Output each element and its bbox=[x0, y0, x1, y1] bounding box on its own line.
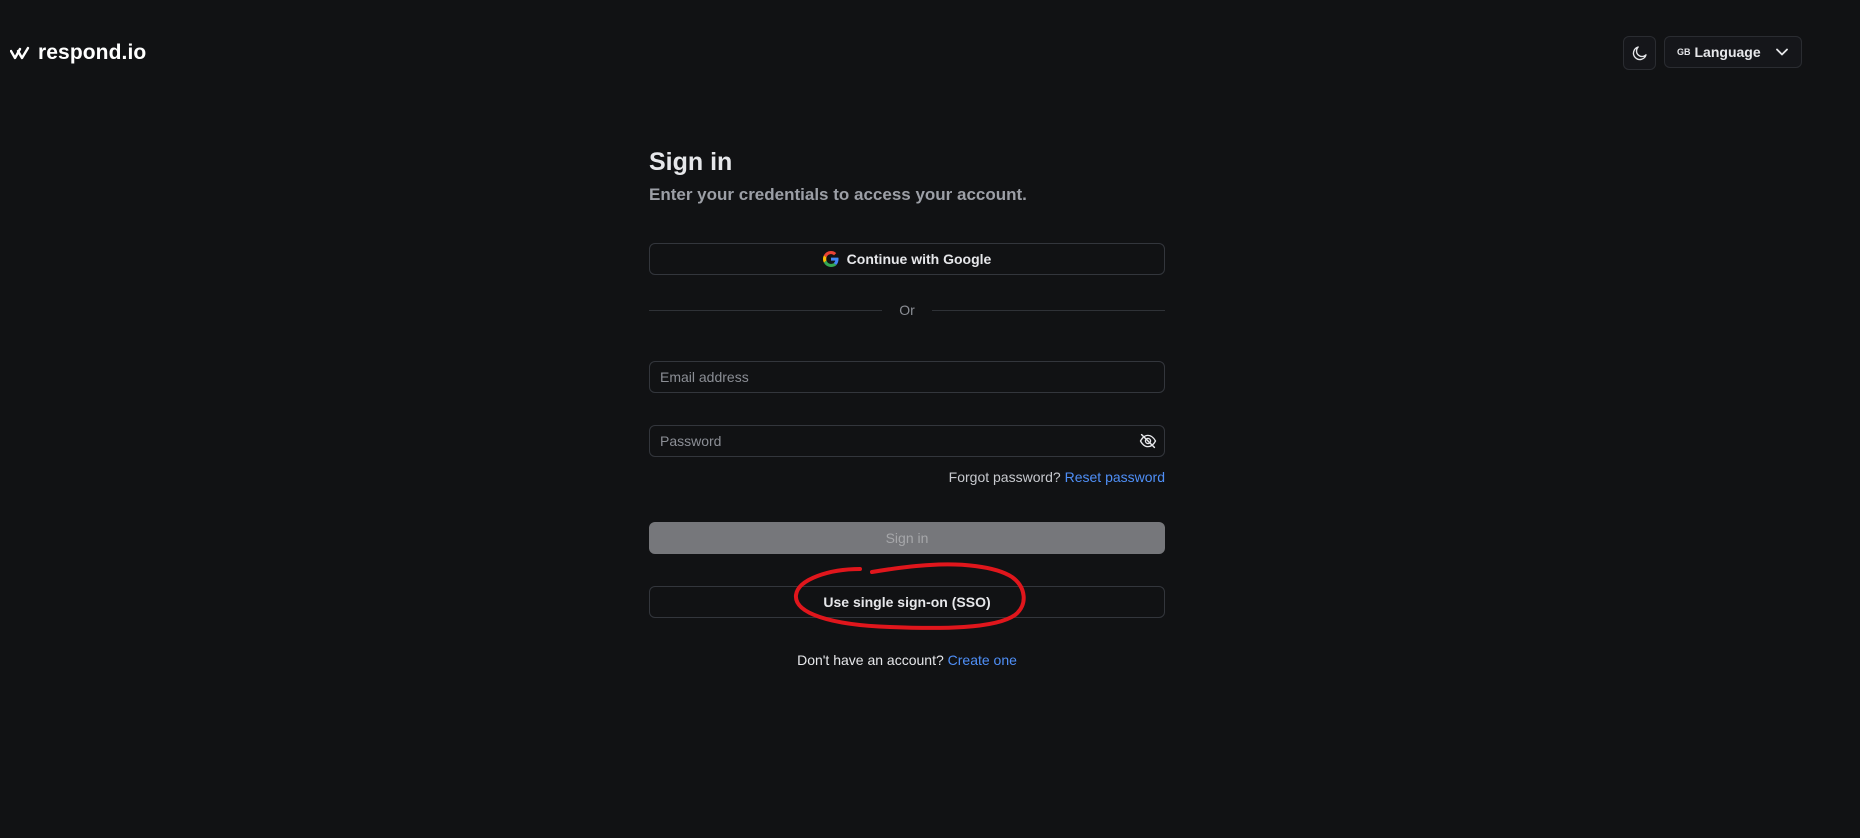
sign-in-form: Sign in Enter your credentials to access… bbox=[649, 146, 1165, 668]
divider-text: Or bbox=[899, 302, 915, 318]
eye-off-icon bbox=[1139, 433, 1157, 449]
reset-password-link[interactable]: Reset password bbox=[1065, 469, 1165, 485]
sign-in-button[interactable]: Sign in bbox=[649, 522, 1165, 554]
page-title: Sign in bbox=[649, 148, 733, 176]
create-account-link[interactable]: Create one bbox=[948, 652, 1017, 668]
moon-icon bbox=[1632, 46, 1647, 61]
divider-line-right bbox=[932, 309, 1165, 311]
page-subtitle: Enter your credentials to access your ac… bbox=[649, 185, 1027, 204]
login-page: respond.io GB Language Sign in Enter you… bbox=[0, 0, 1860, 838]
chevron-down-icon bbox=[1776, 48, 1788, 56]
toggle-password-visibility-button[interactable] bbox=[1132, 426, 1164, 456]
language-label: Language bbox=[1694, 44, 1761, 60]
respond-logo-icon bbox=[10, 46, 30, 60]
password-field-wrapper bbox=[649, 425, 1165, 457]
email-field[interactable] bbox=[650, 362, 1164, 392]
continue-with-google-button[interactable]: Continue with Google bbox=[649, 243, 1165, 275]
forgot-password-row: Forgot password? Reset password bbox=[649, 468, 1165, 486]
password-field[interactable] bbox=[650, 426, 1132, 456]
sso-button-label: Use single sign-on (SSO) bbox=[823, 594, 991, 610]
sign-in-button-label: Sign in bbox=[885, 530, 929, 546]
divider-line-left bbox=[649, 309, 882, 311]
flag-icon: GB bbox=[1677, 47, 1691, 57]
or-divider: Or bbox=[649, 300, 1165, 320]
language-select[interactable]: GB Language bbox=[1664, 36, 1802, 68]
brand-logo[interactable]: respond.io bbox=[10, 38, 146, 68]
forgot-password-text: Forgot password? bbox=[948, 469, 1061, 485]
sso-button[interactable]: Use single sign-on (SSO) bbox=[649, 586, 1165, 618]
theme-toggle-button[interactable] bbox=[1623, 36, 1656, 70]
brand-name: respond.io bbox=[38, 41, 147, 64]
email-field-wrapper bbox=[649, 361, 1165, 393]
google-icon bbox=[822, 251, 839, 267]
signup-row: Don't have an account? Create one bbox=[649, 651, 1165, 669]
no-account-text: Don't have an account? bbox=[797, 652, 944, 668]
google-button-label: Continue with Google bbox=[846, 251, 992, 267]
